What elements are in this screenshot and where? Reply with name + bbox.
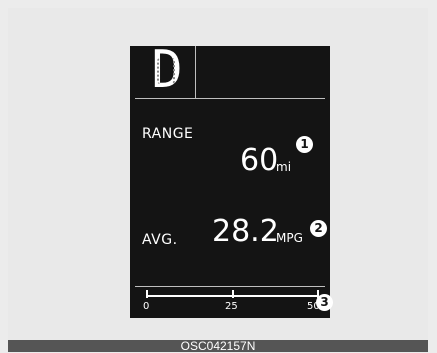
- scale-label-25: 25: [225, 301, 238, 312]
- callout-3: 3: [316, 294, 333, 311]
- scale-tick-25: [232, 290, 234, 298]
- figure-code: OSC042157N: [180, 339, 256, 353]
- gear-indicator: D: [135, 40, 196, 100]
- avg-label: AVG.: [142, 232, 178, 248]
- scale-tick-0: [146, 290, 148, 298]
- callout-2: 2: [310, 220, 327, 237]
- figure-code-bar: OSC042157N: [8, 339, 428, 353]
- avg-value: 28.2: [212, 214, 279, 249]
- illustration-frame: D RANGE 60 mi 1 AVG. 28.2 MPG 2 0 25 50 …: [8, 8, 428, 340]
- range-value: 60: [240, 143, 279, 178]
- avg-unit: MPG: [276, 231, 303, 245]
- gear-segment-icon: [157, 58, 175, 84]
- scale-label-0: 0: [143, 301, 150, 312]
- range-unit: mi: [276, 160, 292, 174]
- callout-1: 1: [296, 136, 313, 153]
- divider-top: [135, 98, 325, 99]
- divider-bottom: [135, 286, 325, 287]
- range-label: RANGE: [142, 126, 194, 142]
- cluster-display: D RANGE 60 mi 1 AVG. 28.2 MPG 2 0 25 50 …: [130, 40, 333, 318]
